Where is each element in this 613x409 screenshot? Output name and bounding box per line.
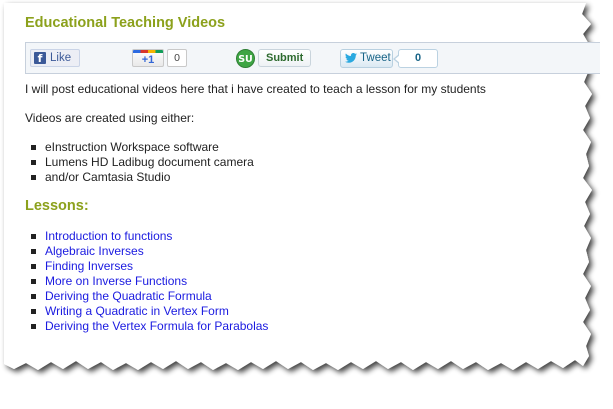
lesson-link[interactable]: Deriving the Vertex Formula for Parabola… xyxy=(45,319,268,333)
tweet-label: Tweet xyxy=(360,52,391,64)
stumbleupon-submit-button[interactable]: Submit xyxy=(258,49,312,67)
tweet-button[interactable]: Tweet xyxy=(340,48,393,68)
page-title: Educational Teaching Videos xyxy=(25,15,226,31)
lesson-link[interactable]: Writing a Quadratic in Vertex Form xyxy=(45,304,229,318)
tools-list: eInstruction Workspace software Lumens H… xyxy=(25,140,600,185)
stumbleupon-widget: SU Submit xyxy=(236,48,312,68)
list-item: eInstruction Workspace software xyxy=(25,140,600,155)
google-plus-count: 0 xyxy=(167,49,187,67)
lesson-link[interactable]: Introduction to functions xyxy=(45,229,172,243)
list-item: More on Inverse Functions xyxy=(25,274,600,289)
lesson-link[interactable]: Algebraic Inverses xyxy=(45,244,144,258)
social-share-bar: f Like +1 0 SU Submit Tweet 0 xyxy=(25,42,600,74)
stumbleupon-logo-icon[interactable]: SU xyxy=(236,48,255,68)
list-item: Lumens HD Ladibug document camera xyxy=(25,155,600,170)
facebook-f-icon: f xyxy=(34,52,46,65)
list-item: Introduction to functions xyxy=(25,229,600,244)
lesson-link[interactable]: More on Inverse Functions xyxy=(45,274,187,288)
list-item: Deriving the Vertex Formula for Parabola… xyxy=(25,319,600,334)
google-plus-one-button[interactable]: +1 xyxy=(132,49,164,67)
google-plus-widget: +1 0 xyxy=(132,49,187,67)
list-item: Finding Inverses xyxy=(25,259,600,274)
lesson-link[interactable]: Finding Inverses xyxy=(45,259,133,273)
lessons-heading: Lessons: xyxy=(25,198,89,214)
list-item: and/or Camtasia Studio xyxy=(25,170,600,185)
twitter-widget: Tweet 0 xyxy=(340,48,438,68)
list-item: Deriving the Quadratic Formula xyxy=(25,289,600,304)
intro-text: I will post educational videos here that… xyxy=(25,82,486,96)
facebook-like-label: Like xyxy=(50,52,72,64)
twitter-bird-icon xyxy=(345,53,357,63)
page-content: Educational Teaching Videos f Like +1 0 … xyxy=(25,14,600,334)
tools-intro-text: Videos are created using either: xyxy=(25,111,195,125)
lessons-list: Introduction to functions Algebraic Inve… xyxy=(25,229,600,334)
list-item: Writing a Quadratic in Vertex Form xyxy=(25,304,600,319)
tweet-count: 0 xyxy=(393,48,438,68)
google-plus-one-label: +1 xyxy=(141,54,155,66)
facebook-like-button[interactable]: f Like xyxy=(30,49,80,67)
list-item: Algebraic Inverses xyxy=(25,244,600,259)
lesson-link[interactable]: Deriving the Quadratic Formula xyxy=(45,289,212,303)
